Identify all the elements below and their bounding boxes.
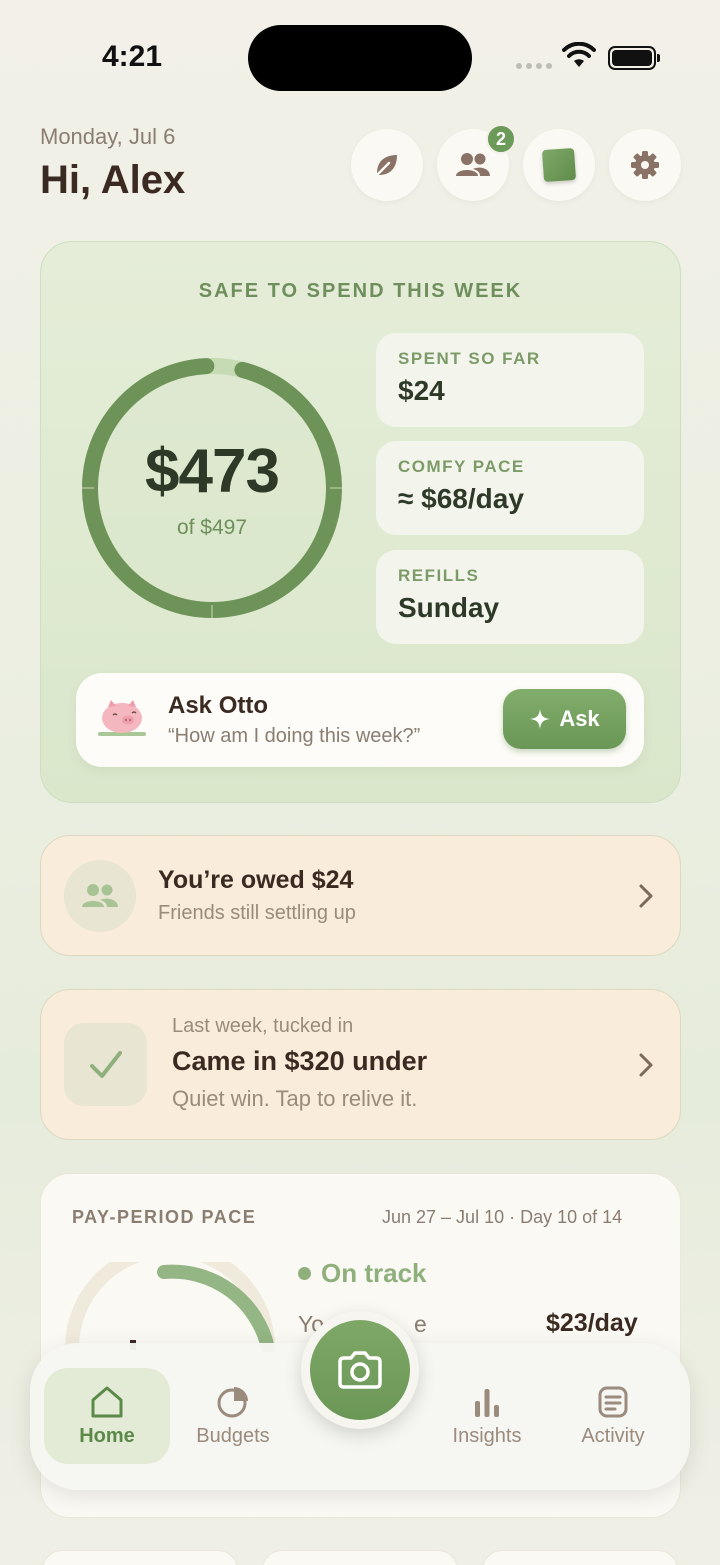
ask-otto-title: Ask Otto — [168, 692, 269, 719]
pay-period-gauge — [65, 1262, 275, 1352]
safe-amount: $473 — [145, 437, 280, 506]
camera-icon — [338, 1351, 382, 1389]
stat-value: $24 — [398, 375, 445, 406]
tab-label: Activity — [581, 1424, 645, 1447]
tab-budgets[interactable]: Budgets — [170, 1368, 296, 1464]
battery-icon — [608, 46, 660, 70]
tab-home[interactable]: Home — [44, 1368, 170, 1464]
gear-icon — [631, 151, 659, 179]
greeting: Hi, Alex — [40, 158, 186, 202]
stat-value: Sunday — [398, 592, 500, 623]
safe-to-spend-title: SAFE TO SPEND THIS WEEK — [198, 280, 523, 302]
owed-subtitle: Friends still settling up — [158, 902, 356, 924]
stat-label: REFILLS — [398, 566, 480, 585]
stat-spent: SPENT SO FAR $24 — [376, 333, 644, 427]
row-label-end: e — [414, 1311, 427, 1337]
ask-button[interactable]: Ask — [503, 689, 626, 749]
last-week-title: Came in $320 under — [172, 1046, 428, 1076]
peek-card — [262, 1550, 458, 1565]
leaf-button[interactable] — [351, 129, 423, 201]
pig-mascot-icon — [98, 700, 146, 736]
peek-card — [482, 1550, 678, 1565]
status-text: On track — [321, 1258, 427, 1288]
camera-button[interactable] — [301, 1311, 419, 1429]
checkmark-icon-wrap — [64, 1023, 147, 1106]
list-icon — [598, 1386, 628, 1417]
home-icon — [91, 1386, 123, 1417]
pay-period-status: On track — [298, 1258, 427, 1289]
safe-amount-total: of $497 — [176, 516, 248, 539]
header-date: Monday, Jul 6 — [40, 124, 176, 149]
ask-otto-prompt: “How am I doing this week?” — [168, 725, 421, 747]
status-time: 4:21 — [102, 40, 163, 73]
bar-chart-icon — [475, 1388, 499, 1417]
wifi-icon — [562, 42, 596, 67]
ask-button-label: Ask — [559, 706, 600, 731]
tab-insights[interactable]: Insights — [424, 1368, 550, 1464]
stat-comfy-pace: COMFY PACE ≈ $68/day — [376, 441, 644, 535]
tab-label: Home — [79, 1424, 135, 1447]
checkmark-icon — [89, 1050, 122, 1078]
stat-label: COMFY PACE — [398, 457, 525, 476]
status-dot — [298, 1267, 311, 1280]
avatar-button[interactable] — [523, 129, 595, 201]
settings-button[interactable] — [609, 129, 681, 201]
friends-icon — [82, 884, 118, 907]
stat-refills: REFILLS Sunday — [376, 550, 644, 644]
pie-chart-icon — [217, 1386, 248, 1417]
friends-badge: 2 — [486, 124, 516, 154]
owed-title: You’re owed $24 — [158, 866, 354, 894]
pay-period-range: Jun 27 – Jul 10 · Day 10 of 14 — [382, 1207, 623, 1227]
owed-icon-wrap — [64, 860, 136, 932]
owed-card[interactable] — [40, 835, 681, 956]
friends-icon — [456, 153, 490, 176]
chevron-right-icon — [639, 884, 653, 908]
last-week-kicker: Last week, tucked in — [172, 1015, 354, 1037]
tab-label: Insights — [452, 1424, 522, 1447]
stat-label: SPENT SO FAR — [398, 349, 541, 368]
dynamic-island — [248, 25, 472, 91]
tab-label: Budgets — [196, 1424, 270, 1447]
stat-value: ≈ $68/day — [398, 483, 524, 514]
pay-period-row-value: $23/day — [546, 1309, 638, 1337]
tab-activity[interactable]: Activity — [550, 1368, 676, 1464]
sparkle-icon — [530, 709, 551, 729]
camera-button-inner — [310, 1320, 410, 1420]
last-week-subtitle: Quiet win. Tap to relive it. — [172, 1086, 418, 1111]
green-square-icon — [541, 147, 577, 183]
chevron-right-icon — [639, 1053, 653, 1077]
pay-period-label: PAY-PERIOD PACE — [72, 1207, 257, 1227]
cellular-signal-icon — [516, 63, 552, 69]
peek-card — [42, 1550, 238, 1565]
leaf-icon — [375, 155, 397, 177]
